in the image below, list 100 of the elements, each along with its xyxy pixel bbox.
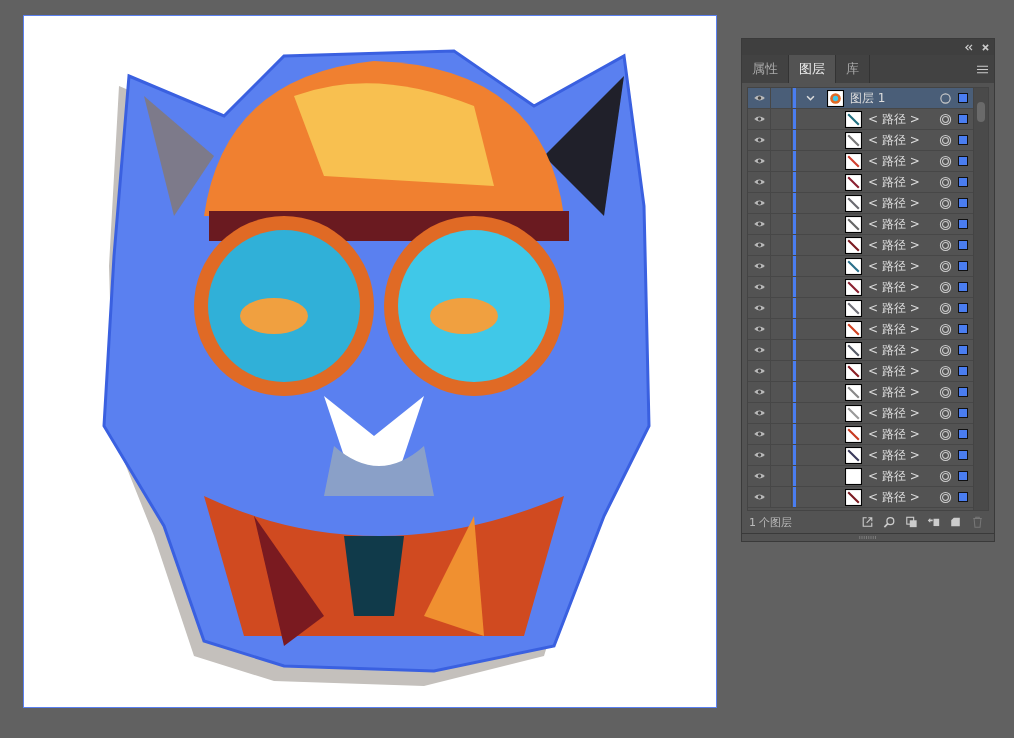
eye-icon[interactable]	[752, 178, 766, 186]
path-name[interactable]: < 路径 >	[868, 278, 939, 296]
eye-icon[interactable]	[752, 346, 766, 354]
path-row[interactable]: < 路径 >	[748, 340, 973, 361]
target-icon[interactable]	[939, 280, 952, 294]
path-row[interactable]: < 路径 >	[748, 109, 973, 130]
menu-icon[interactable]	[977, 64, 988, 74]
selection-square[interactable]	[958, 156, 968, 166]
eye-icon[interactable]	[752, 262, 766, 270]
path-name[interactable]: < 路径 >	[868, 152, 939, 170]
layer-row[interactable]: 图层 1	[748, 88, 973, 109]
selection-square[interactable]	[958, 450, 968, 460]
eye-icon[interactable]	[752, 472, 766, 480]
panel-tab[interactable]: 图层	[789, 55, 836, 83]
path-name[interactable]: < 路径 >	[868, 173, 939, 191]
path-row[interactable]: < 路径 >	[748, 130, 973, 151]
eye-icon[interactable]	[752, 283, 766, 291]
selection-square[interactable]	[958, 387, 968, 397]
path-name[interactable]: < 路径 >	[868, 320, 939, 338]
eye-icon[interactable]	[752, 451, 766, 459]
eye-icon[interactable]	[752, 199, 766, 207]
path-name[interactable]: < 路径 >	[868, 236, 939, 254]
search-icon[interactable]	[883, 516, 896, 528]
path-row[interactable]: < 路径 >	[748, 277, 973, 298]
target-icon[interactable]	[939, 217, 952, 231]
selection-square[interactable]	[958, 177, 968, 187]
selection-square[interactable]	[958, 366, 968, 376]
target-icon[interactable]	[939, 448, 952, 462]
eye-icon[interactable]	[752, 493, 766, 501]
eye-icon[interactable]	[752, 325, 766, 333]
target-icon[interactable]	[939, 259, 952, 273]
path-name[interactable]: < 路径 >	[868, 215, 939, 233]
eye-icon[interactable]	[752, 241, 766, 249]
path-row[interactable]: < 路径 >	[748, 466, 973, 487]
target-icon[interactable]	[939, 301, 952, 315]
selection-square[interactable]	[958, 408, 968, 418]
eye-icon[interactable]	[752, 220, 766, 228]
target-icon[interactable]	[939, 427, 952, 441]
selection-square[interactable]	[958, 345, 968, 355]
selection-square[interactable]	[958, 114, 968, 124]
target-icon[interactable]	[939, 238, 952, 252]
eye-icon[interactable]	[752, 94, 766, 102]
path-row[interactable]: < 路径 >	[748, 487, 973, 508]
move-to-layer-icon[interactable]	[927, 516, 940, 528]
eye-icon[interactable]	[752, 115, 766, 123]
selection-square[interactable]	[958, 324, 968, 334]
caret-icon[interactable]	[806, 95, 815, 101]
path-row[interactable]: < 路径 >	[748, 151, 973, 172]
path-name[interactable]: < 路径 >	[868, 131, 939, 149]
eye-icon[interactable]	[752, 409, 766, 417]
new-layer-icon[interactable]	[949, 516, 962, 528]
eye-icon[interactable]	[752, 304, 766, 312]
path-row[interactable]: < 路径 >	[748, 235, 973, 256]
eye-icon[interactable]	[752, 430, 766, 438]
selection-square[interactable]	[958, 198, 968, 208]
scrollbar[interactable]	[973, 88, 988, 510]
path-name[interactable]: < 路径 >	[868, 194, 939, 212]
path-row[interactable]: < 路径 >	[748, 361, 973, 382]
close-icon[interactable]	[982, 43, 989, 51]
target-icon[interactable]	[939, 322, 952, 336]
path-row[interactable]: < 路径 >	[748, 424, 973, 445]
path-row[interactable]: < 路径 >	[748, 445, 973, 466]
target-icon[interactable]	[939, 490, 952, 504]
path-name[interactable]: < 路径 >	[868, 425, 939, 443]
path-row[interactable]: < 路径 >	[748, 172, 973, 193]
path-name[interactable]: < 路径 >	[868, 257, 939, 275]
path-name[interactable]: < 路径 >	[868, 341, 939, 359]
target-icon[interactable]	[939, 343, 952, 357]
path-name[interactable]: < 路径 >	[868, 383, 939, 401]
path-row[interactable]: < 路径 >	[748, 298, 973, 319]
path-name[interactable]: < 路径 >	[868, 446, 939, 464]
target-icon[interactable]	[939, 175, 952, 189]
path-row[interactable]: < 路径 >	[748, 193, 973, 214]
path-row[interactable]: < 路径 >	[748, 214, 973, 235]
target-icon[interactable]	[939, 154, 952, 168]
selection-square[interactable]	[958, 492, 968, 502]
target-icon[interactable]	[939, 406, 952, 420]
selection-square[interactable]	[958, 93, 968, 103]
path-name[interactable]: < 路径 >	[868, 467, 939, 485]
target-icon[interactable]	[939, 112, 952, 126]
target-icon[interactable]	[939, 133, 952, 147]
selection-square[interactable]	[958, 429, 968, 439]
clipping-mask-icon[interactable]	[905, 516, 918, 528]
path-row[interactable]: < 路径 >	[748, 319, 973, 340]
path-name[interactable]: < 路径 >	[868, 488, 939, 506]
eye-icon[interactable]	[752, 136, 766, 144]
selection-square[interactable]	[958, 135, 968, 145]
collapse-icon[interactable]	[964, 43, 973, 51]
eye-icon[interactable]	[752, 388, 766, 396]
target-icon[interactable]	[939, 469, 952, 483]
selection-square[interactable]	[958, 282, 968, 292]
target-icon[interactable]	[939, 91, 952, 105]
target-icon[interactable]	[939, 196, 952, 210]
path-name[interactable]: < 路径 >	[868, 299, 939, 317]
layer-name[interactable]: 图层 1	[850, 89, 939, 107]
selection-square[interactable]	[958, 471, 968, 481]
path-row[interactable]: < 路径 >	[748, 403, 973, 424]
path-row[interactable]: < 路径 >	[748, 382, 973, 403]
path-name[interactable]: < 路径 >	[868, 362, 939, 380]
selection-square[interactable]	[958, 219, 968, 229]
